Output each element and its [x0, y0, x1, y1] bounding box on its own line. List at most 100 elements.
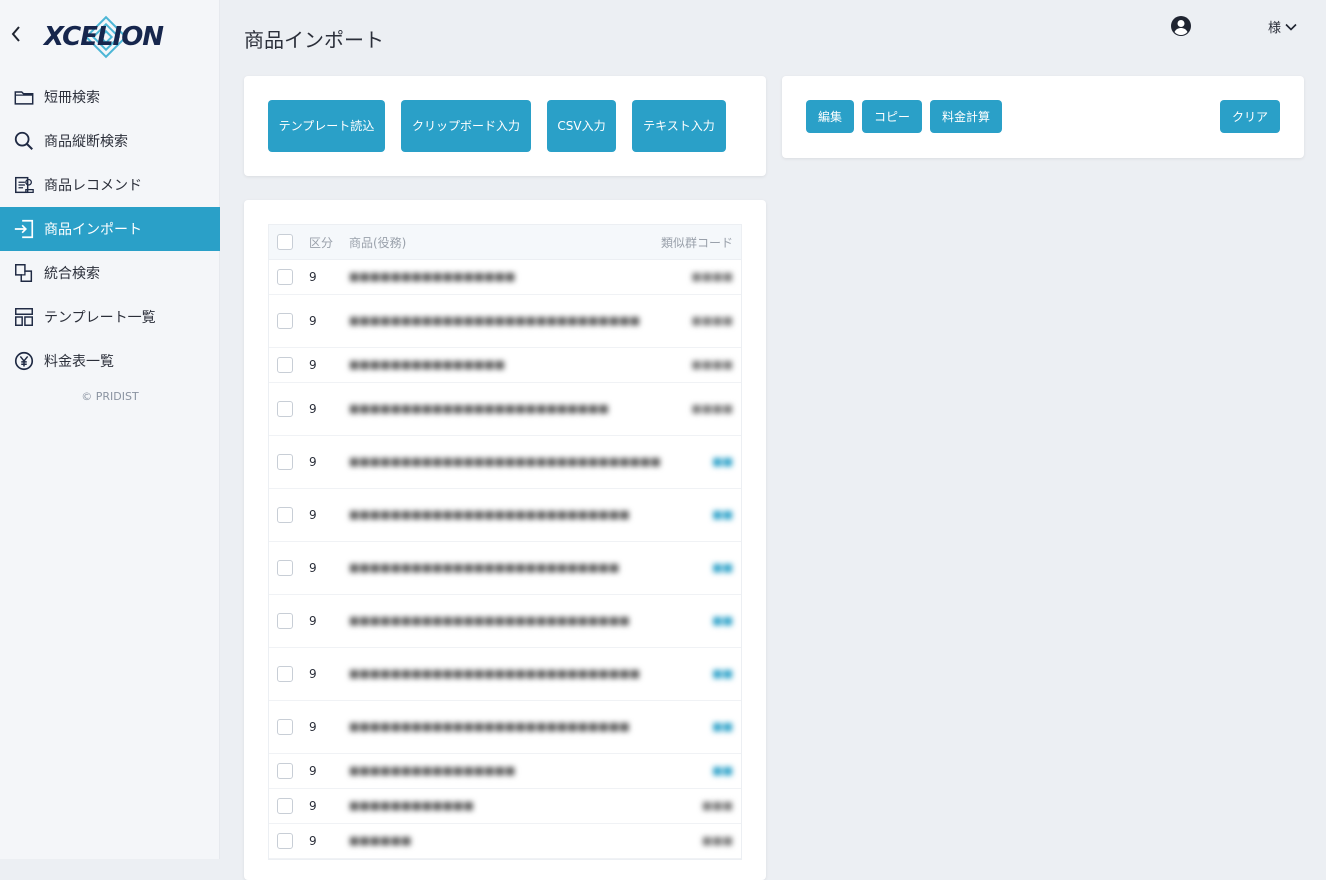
row-kubun: 9 [309, 799, 317, 813]
row-product: ■■■■■■■■■■■■■■■■■■■■■■■■■■■■ [349, 667, 641, 680]
copyright: © PRIDIST [81, 390, 139, 403]
logo-text: XCELION [44, 22, 164, 52]
row-code: ■■■■ [691, 358, 733, 371]
row-checkbox[interactable] [277, 613, 293, 629]
row-code-link[interactable]: ■■ [712, 561, 733, 574]
row-code: ■■■■ [691, 270, 733, 283]
sidebar-item-template-list[interactable]: テンプレート一覧 [0, 295, 220, 339]
row-kubun: 9 [309, 561, 317, 575]
sidebar: XCELION 短冊検索 商品縦断検索 商品レコメンド 商品インポート 統合検索… [0, 0, 220, 859]
actions-card: 編集 コピー 料金計算 クリア [782, 76, 1304, 158]
search-icon [12, 129, 36, 153]
row-checkbox[interactable] [277, 763, 293, 779]
row-code-link[interactable]: ■■ [712, 764, 733, 777]
sidebar-item-label: 短冊検索 [44, 90, 100, 106]
chevron-down-icon [1285, 23, 1297, 31]
row-code-link[interactable]: ■■ [712, 614, 733, 627]
row-checkbox[interactable] [277, 560, 293, 576]
row-product: ■■■■■■■■■■■■■■■■■■■■■■■■■■■ [349, 614, 630, 627]
row-kubun: 9 [309, 720, 317, 734]
column-header-kubun: 区分 [309, 235, 334, 250]
table-row[interactable]: 9 ■■■■■■■■■■■■■■■■■■■■■■■■■■■ ■■ [269, 595, 741, 648]
row-code-link[interactable]: ■■ [712, 455, 733, 468]
row-kubun: 9 [309, 508, 317, 522]
row-kubun: 9 [309, 764, 317, 778]
edit-button[interactable]: 編集 [806, 100, 854, 133]
table-row[interactable]: 9 ■■■■■■■■■■■■■■■■■■■■■■■■■ ■■■■ [269, 383, 741, 436]
row-checkbox[interactable] [277, 666, 293, 682]
yen-icon [12, 349, 36, 373]
row-code: ■■■■ [691, 314, 733, 327]
row-kubun: 9 [309, 314, 317, 328]
row-code-link[interactable]: ■■ [712, 508, 733, 521]
row-kubun: 9 [309, 667, 317, 681]
row-checkbox[interactable] [277, 357, 293, 373]
row-checkbox[interactable] [277, 833, 293, 849]
template-load-button[interactable]: テンプレート読込 [268, 100, 385, 152]
row-kubun: 9 [309, 402, 317, 416]
calculate-fee-button[interactable]: 料金計算 [930, 100, 1002, 133]
recommend-icon [12, 173, 36, 197]
table-row[interactable]: 9 ■■■■■■■■■■■■■■■■■■■■■■■■■■■ ■■ [269, 489, 741, 542]
sidebar-item-product-recommend[interactable]: 商品レコメンド [0, 163, 220, 207]
row-product: ■■■■■■■■■■■■■■■■■■■■■■■■■ [349, 402, 609, 415]
table-row[interactable]: 9 ■■■■■■■■■■■■■■■■■■■■■■■■■■■■■■ ■■ [269, 436, 741, 489]
table-row[interactable]: 9 ■■■■■■■■■■■■■■■■■■■■■■■■■■ ■■ [269, 542, 741, 595]
clipboard-input-button[interactable]: クリップボード入力 [401, 100, 531, 152]
import-icon [12, 217, 36, 241]
table-row[interactable]: 9 ■■■■■■■■■■■■■■■■■■■■■■■■■■■■ ■■■■ [269, 295, 741, 348]
clear-button[interactable]: クリア [1220, 100, 1280, 133]
layers-icon [12, 261, 36, 285]
row-product: ■■■■■■■■■■■■■■■■■■■■■■■■■■■■■■ [349, 455, 661, 468]
row-product: ■■■■■■■■■■■■ [349, 799, 474, 812]
select-all-checkbox[interactable] [277, 234, 293, 250]
row-product: ■■■■■■■■■■■■■■■■■■■■■■■■■■■ [349, 508, 630, 521]
product-table: 区分 商品(役務) 類似群コード 9 ■■■■■■■■■■■■■■■■ ■■■■… [268, 224, 742, 860]
sidebar-item-price-list[interactable]: 料金表一覧 [0, 339, 220, 383]
row-code-link[interactable]: ■■ [712, 667, 733, 680]
sidebar-item-integrated-search[interactable]: 統合検索 [0, 251, 220, 295]
text-input-button[interactable]: テキスト入力 [632, 100, 726, 152]
sidebar-item-product-cross-search[interactable]: 商品縦断検索 [0, 119, 220, 163]
logo[interactable]: XCELION [44, 14, 174, 60]
row-checkbox[interactable] [277, 798, 293, 814]
row-checkbox[interactable] [277, 269, 293, 285]
user-menu[interactable]: 様 [1268, 17, 1297, 36]
row-checkbox[interactable] [277, 401, 293, 417]
row-checkbox[interactable] [277, 313, 293, 329]
row-checkbox[interactable] [277, 719, 293, 735]
account-circle-icon[interactable] [1170, 15, 1192, 37]
sidebar-item-label: 商品縦断検索 [44, 134, 128, 150]
row-kubun: 9 [309, 834, 317, 848]
row-checkbox[interactable] [277, 454, 293, 470]
row-product: ■■■■■■■■■■■■■■■■■■■■■■■■■■ [349, 561, 620, 574]
table-row[interactable]: 9 ■■■■■■■■■■■■■■■■■■■■■■■■■■■■ ■■ [269, 648, 741, 701]
row-code-link[interactable]: ■■ [712, 720, 733, 733]
row-checkbox[interactable] [277, 507, 293, 523]
sidebar-item-label: 商品インポート [44, 222, 142, 238]
column-header-product: 商品(役務) [349, 235, 407, 250]
table-row[interactable]: 9 ■■■■■■■■■■■■ ■■■ [269, 789, 741, 824]
back-button[interactable] [6, 22, 26, 46]
row-kubun: 9 [309, 455, 317, 469]
table-row[interactable]: 9 ■■■■■■■■■■■■■■■ ■■■■ [269, 348, 741, 383]
table-row[interactable]: 9 ■■■■■■■■■■■■■■■■ ■■ [269, 754, 741, 789]
row-code: ■■■■ [691, 402, 733, 415]
copy-button[interactable]: コピー [862, 100, 922, 133]
sidebar-item-tanzaku-search[interactable]: 短冊検索 [0, 75, 220, 119]
row-kubun: 9 [309, 358, 317, 372]
table-row[interactable]: 9 ■■■■■■■■■■■■■■■■ ■■■■ [269, 260, 741, 295]
sidebar-header: XCELION [0, 0, 220, 72]
sidebar-item-product-import[interactable]: 商品インポート [0, 207, 220, 251]
row-product: ■■■■■■■■■■■■■■■■■■■■■■■■■■■■ [349, 314, 641, 327]
table-row[interactable]: 9 ■■■■■■■■■■■■■■■■■■■■■■■■■■■ ■■ [269, 701, 741, 754]
row-kubun: 9 [309, 614, 317, 628]
product-table-card: 区分 商品(役務) 類似群コード 9 ■■■■■■■■■■■■■■■■ ■■■■… [244, 200, 766, 880]
sidebar-item-label: 商品レコメンド [44, 178, 142, 194]
row-product: ■■■■■■ [349, 834, 412, 847]
table-row[interactable]: 9 ■■■■■■ ■■■ [269, 824, 741, 859]
sidebar-item-label: テンプレート一覧 [44, 310, 156, 326]
csv-input-button[interactable]: CSV入力 [547, 100, 616, 152]
row-product: ■■■■■■■■■■■■■■■■■■■■■■■■■■■ [349, 720, 630, 733]
row-code: ■■■ [701, 834, 733, 847]
